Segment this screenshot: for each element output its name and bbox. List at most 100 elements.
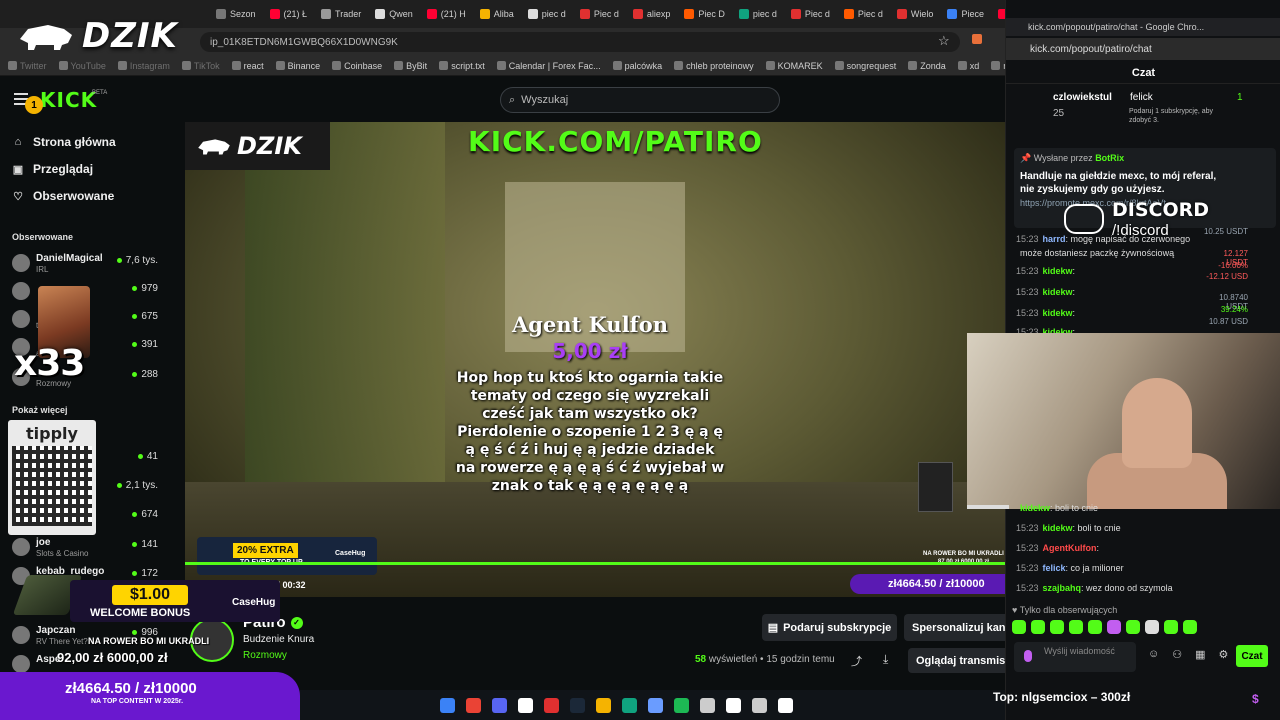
price-ticker: 39.24%	[1220, 305, 1248, 314]
bookmark-item[interactable]: TikTok	[181, 61, 220, 71]
message-username[interactable]: kidekw	[1043, 287, 1073, 297]
browser-tab[interactable]: (21) Ł	[264, 3, 314, 25]
browser-tab[interactable]: Piec d	[838, 3, 889, 25]
browser-tab[interactable]: Piec d	[574, 3, 625, 25]
bookmark-item[interactable]: Zonda	[908, 61, 946, 71]
nav-item-przeglądaj[interactable]: ▣ Przeglądaj	[12, 162, 93, 176]
address-bar[interactable]: ip_01K8ETDN6M1GWBQ66X1D0WNG9K	[200, 32, 960, 52]
kick-logo[interactable]: KICK	[40, 88, 97, 112]
emote-icon[interactable]	[1164, 620, 1178, 634]
taskbar-app-icon[interactable]	[596, 697, 611, 713]
bookmark-item[interactable]: ByBit	[394, 61, 427, 71]
gift-subscription-button[interactable]: ▤ Podaruj subskrypcje	[762, 614, 897, 641]
bookmark-item[interactable]: Instagram	[117, 61, 170, 71]
message-username[interactable]: kidekw	[1043, 523, 1073, 533]
video-player[interactable]: DZIK KICK.COM/PATIRO Agent Kulfon 5,00 z…	[185, 122, 1005, 597]
browser-tab[interactable]: (21) p	[992, 3, 1005, 25]
bookmark-item[interactable]: chleb proteinowy	[674, 61, 754, 71]
settings-icon[interactable]: ⚙	[1219, 648, 1229, 661]
extension-icon[interactable]	[972, 34, 982, 44]
taskbar-app-icon[interactable]	[622, 697, 637, 713]
browser-tab[interactable]: Piec d	[785, 3, 836, 25]
emote-icon[interactable]	[1145, 620, 1159, 634]
bookmark-item[interactable]: songrequest	[834, 61, 896, 71]
nav-item-obserwowane[interactable]: ♡ Obserwowane	[12, 189, 114, 203]
emote-icon[interactable]	[1088, 620, 1102, 634]
message-username[interactable]: kidekw	[1043, 308, 1073, 318]
bookmark-item[interactable]: KOMAREK	[765, 61, 823, 71]
stream-category[interactable]: Rozmowy	[243, 650, 287, 661]
message-username[interactable]: kidekw	[1020, 503, 1050, 513]
chat-send-button[interactable]: Czat	[1236, 645, 1268, 667]
taskbar-app-icon[interactable]	[570, 697, 585, 713]
followed-channel[interactable]: DanielMagical IRL 7,6 tys.	[12, 252, 162, 280]
message-username[interactable]: AgentKulfon	[1043, 543, 1097, 553]
chat-message-input[interactable]: Wyślij wiadomość	[1014, 642, 1136, 672]
leader-name-1[interactable]: czlowiekstul	[1053, 92, 1112, 103]
browser-tab[interactable]: piec d	[522, 3, 572, 25]
bookmark-item[interactable]: Calendar | Forex Fac...	[496, 61, 601, 71]
bookmark-item[interactable]: Binance	[275, 61, 320, 71]
bookmark-item[interactable]: palcówka	[612, 61, 662, 71]
bookmark-item[interactable]: script.txt	[439, 61, 485, 71]
taskbar-app-icon[interactable]	[518, 697, 533, 713]
message-username[interactable]: felick	[1043, 563, 1066, 573]
nav-label: Strona główna	[33, 135, 116, 149]
search-input[interactable]: ⌕ Wyszukaj	[500, 87, 780, 113]
browser-tab[interactable]: Piec D	[678, 3, 731, 25]
bookmark-star-icon[interactable]: ☆	[938, 33, 950, 49]
bookmark-item[interactable]: Coinbase	[332, 61, 382, 71]
emote-icon[interactable]	[1031, 620, 1045, 634]
taskbar-app-icon[interactable]	[726, 697, 741, 713]
bookmark-item[interactable]: xd	[957, 61, 979, 71]
taskbar-app-icon[interactable]	[440, 697, 455, 713]
emote-icon[interactable]	[1126, 620, 1140, 634]
browser-tab[interactable]: Qwen	[369, 3, 419, 25]
taskbar-app-icon[interactable]	[752, 697, 767, 713]
emote-icon[interactable]	[1107, 620, 1121, 634]
watch-stream-button[interactable]: Oglądaj transmisję	[908, 648, 1005, 673]
store-icon[interactable]: ▦	[1195, 648, 1205, 661]
message-text: :	[1072, 287, 1076, 297]
message-username[interactable]: harrd	[1043, 234, 1066, 244]
browser-tab[interactable]: Aliba	[474, 3, 520, 25]
browser-tab[interactable]: Piece	[941, 3, 990, 25]
taskbar-app-icon[interactable]	[648, 697, 663, 713]
bookmark-item[interactable]: YouTube	[58, 61, 106, 71]
followed-channel[interactable]: joe Slots & Casino 141	[12, 536, 162, 564]
browser-tab[interactable]: (21) H	[421, 3, 472, 25]
chat-address-bar[interactable]: kick.com/popout/patiro/chat	[1006, 38, 1280, 60]
taskbar-app-icon[interactable]	[492, 697, 507, 713]
leader-name-2[interactable]: felick	[1130, 92, 1153, 103]
emote-icon[interactable]	[1050, 620, 1064, 634]
taskbar-app-icon[interactable]	[674, 697, 689, 713]
download-icon[interactable]: ⤓	[883, 652, 888, 667]
taskbar-app-icon[interactable]	[544, 697, 559, 713]
message-username[interactable]: szajbahq	[1043, 583, 1082, 593]
message-username[interactable]: kidekw	[1043, 266, 1073, 276]
nav-item-strona-główna[interactable]: ⌂ Strona główna	[12, 135, 116, 149]
emote-picker-icon[interactable]: ☺	[1148, 648, 1159, 661]
personalize-channel-button[interactable]: Spersonalizuj kanał	[904, 614, 1005, 641]
tab-favicon-icon	[527, 9, 538, 19]
bookmark-item[interactable]: meble	[991, 61, 1005, 71]
taskbar-app-icon[interactable]	[466, 697, 481, 713]
browser-tab[interactable]: Sezon	[210, 3, 262, 25]
browser-tab[interactable]: piec d	[733, 3, 783, 25]
taskbar-app-icon[interactable]	[700, 697, 715, 713]
bookmark-item[interactable]: Twitter	[8, 61, 47, 71]
show-more-link[interactable]: Pokaż więcej	[12, 405, 68, 415]
browser-tab[interactable]: Wielo	[891, 3, 940, 25]
emote-icon[interactable]	[1012, 620, 1026, 634]
taskbar-app-icon[interactable]	[778, 697, 793, 713]
bookmark-item[interactable]: react	[231, 61, 264, 71]
browser-tab[interactable]: aliexp	[627, 3, 677, 25]
mic-icon[interactable]	[1024, 650, 1032, 662]
users-icon[interactable]: ⚇	[1172, 648, 1182, 661]
browser-tab[interactable]: Trader	[315, 3, 367, 25]
video-progress-bar[interactable]	[185, 562, 1005, 565]
emote-icon[interactable]	[1069, 620, 1083, 634]
emote-icon[interactable]	[1183, 620, 1197, 634]
share-icon[interactable]: ⤴	[851, 653, 862, 669]
bookmarks-bar: Twitter YouTube Instagram TikTok react Binanc…	[0, 56, 1005, 76]
